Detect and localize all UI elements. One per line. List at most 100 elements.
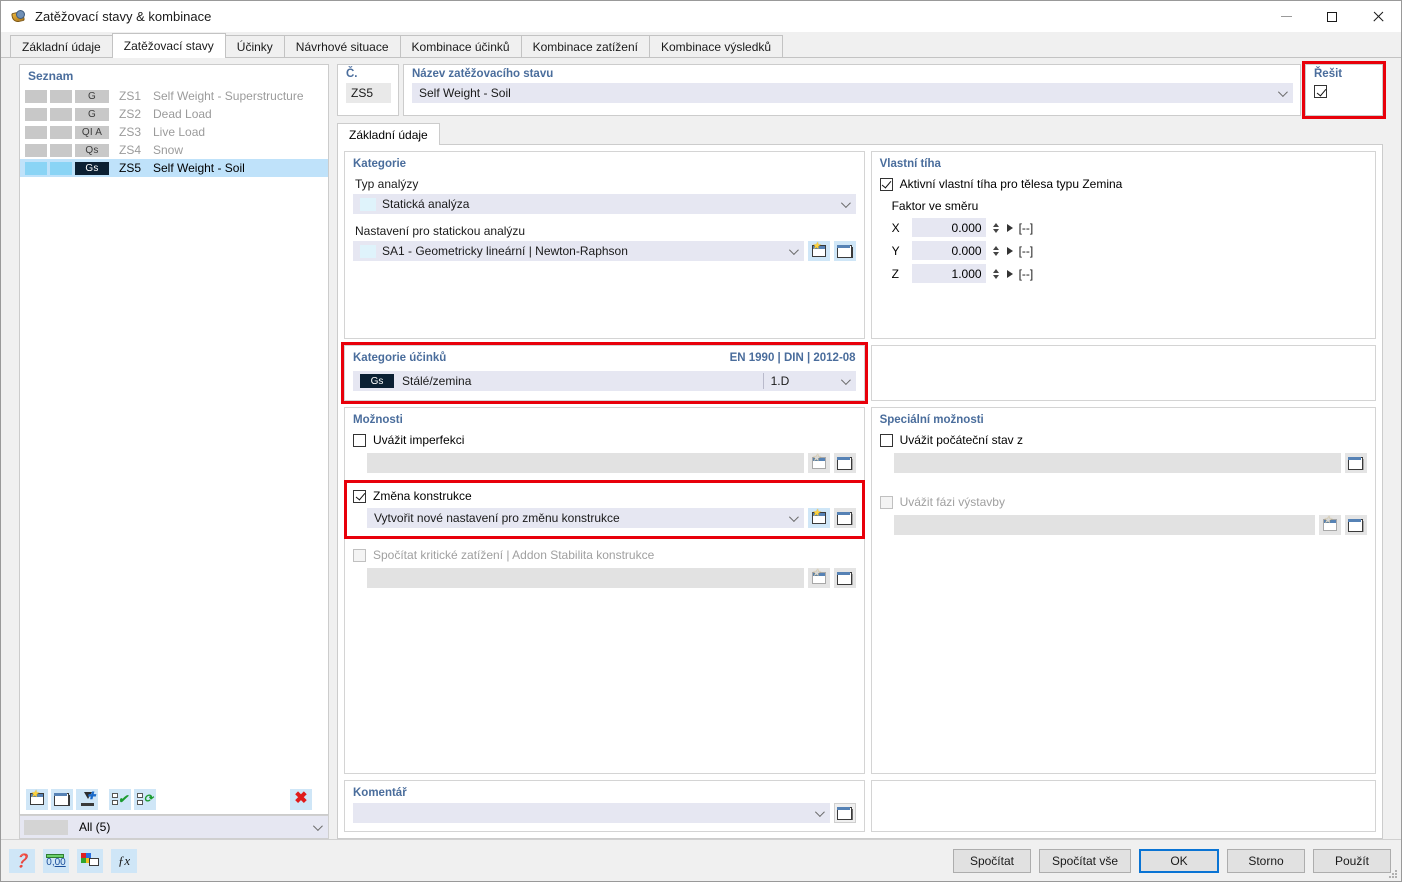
resize-grip[interactable] (1388, 869, 1398, 879)
self-weight-active-label: Aktivní vlastní tíha pro tělesa typu Zem… (899, 177, 1123, 191)
new-imperfection-button: ★ (807, 453, 830, 473)
tab-navrhove-situace[interactable]: Návrhové situace (283, 35, 401, 58)
new-construction-stage-button: ★ (1319, 515, 1341, 535)
tab-kombinace-ucinku[interactable]: Kombinace účinků (399, 35, 522, 58)
factor-x-expand-icon[interactable] (1006, 223, 1013, 232)
action-category-combobox[interactable]: Gs Stálé/zemina 1.D (353, 371, 856, 391)
calculate-all-button[interactable]: Spočítat vše (1038, 848, 1131, 873)
self-weight-active-checkbox[interactable] (879, 177, 893, 191)
action-category-badge: Gs (360, 374, 394, 388)
tab-ucinky[interactable]: Účinky (224, 35, 285, 58)
comment-combobox[interactable] (353, 803, 830, 823)
delete-load-case-button[interactable]: ✖ (290, 788, 312, 810)
tab-label: Návrhové situace (295, 40, 389, 54)
comment-library-button[interactable] (833, 803, 856, 823)
list-item[interactable]: G ZS2 Dead Load (20, 105, 328, 123)
construction-stage-checkbox (879, 495, 893, 509)
function-icon: ƒx (117, 852, 131, 868)
imperfection-row: Uvážit imperfekci (353, 433, 856, 447)
edit-imperfection-button (833, 453, 856, 473)
ok-button[interactable]: OK (1139, 848, 1219, 873)
footer-buttons: Spočítat Spočítat vše OK Storno Použít (952, 848, 1391, 873)
factor-z-expand-icon[interactable] (1006, 269, 1013, 278)
subtab-zakladni-udaje[interactable]: Základní údaje (337, 123, 440, 145)
minimize-button[interactable] (1263, 1, 1309, 32)
formula-button[interactable]: ƒx (111, 848, 137, 873)
chevron-down-icon (1277, 86, 1288, 97)
factor-y-expand-icon[interactable] (1006, 246, 1013, 255)
structure-mod-combobox[interactable]: Vytvořit nové nastavení pro změnu konstr… (367, 508, 804, 528)
list-item[interactable]: G ZS1 Self Weight - Superstructure (20, 87, 328, 105)
new-window-icon: ★ (30, 790, 44, 805)
new-critical-load-button: ★ (807, 568, 830, 588)
number-value: ZS5 (346, 83, 391, 103)
subtab-label: Základní údaje (349, 127, 428, 142)
name-value: Self Weight - Soil (419, 86, 511, 100)
imperfection-field (367, 453, 804, 473)
structure-mod-checkbox[interactable] (353, 489, 366, 503)
detail-content: Kategorie Typ analýzy Statická analýza N… (337, 145, 1383, 839)
factor-z-unit: [--] (1018, 266, 1034, 281)
colors-button[interactable] (77, 848, 103, 873)
copy-load-case-button[interactable] (51, 788, 73, 810)
action-category-title-text: Kategorie účinků (353, 352, 447, 364)
apply-button[interactable]: Použít (1313, 848, 1391, 873)
cancel-button[interactable]: Storno (1227, 848, 1305, 873)
chevron-down-icon (814, 806, 825, 817)
action-category-title: Kategorie účinků EN 1990 | DIN | 2012-08 (353, 352, 856, 364)
decimals-button[interactable]: 0,00 (43, 848, 69, 873)
factor-x-stepper[interactable] (992, 218, 1001, 237)
row-flag-box (50, 125, 72, 139)
tab-kombinace-vysledku[interactable]: Kombinace výsledků (648, 35, 784, 58)
row-number: ZS1 (119, 89, 142, 103)
invert-selection-button[interactable]: ⟳ (134, 788, 156, 810)
maximize-button[interactable] (1309, 1, 1355, 32)
factor-z-input[interactable]: 1.000 (911, 264, 986, 283)
row-flag-box (50, 107, 72, 121)
edit-static-settings-button[interactable] (833, 241, 856, 261)
static-settings-combobox[interactable]: SA1 - Geometricky lineární | Newton-Raph… (353, 241, 804, 261)
imperfection-checkbox[interactable] (353, 433, 366, 447)
critical-load-row: Spočítat kritické zatížení | Addon Stabi… (353, 548, 856, 562)
solve-checkbox[interactable] (1314, 85, 1327, 98)
new-load-case-button[interactable]: ★ (26, 788, 48, 810)
list-filter-dropdown[interactable]: All (5) (19, 815, 329, 839)
color-legend-icon (81, 853, 99, 868)
row-flag-box (25, 125, 47, 139)
new-settings-icon: ★ (811, 509, 826, 524)
factor-x-unit: [--] (1018, 220, 1034, 235)
factor-y-stepper[interactable] (992, 241, 1001, 260)
row-flag-box (25, 161, 47, 175)
category-title: Kategorie (353, 158, 407, 170)
tab-zatezovaci-stavy[interactable]: Zatěžovací stavy (111, 33, 226, 58)
select-all-button[interactable]: ✔ (109, 788, 131, 810)
tab-zakladni-udaje[interactable]: Základní údaje (10, 35, 113, 58)
number-box: Č. ZS5 (337, 64, 399, 116)
initial-state-checkbox[interactable] (879, 433, 893, 447)
solve-label: Řešit (1314, 68, 1343, 80)
import-load-case-button[interactable]: ✚ (76, 788, 98, 810)
action-category-group: Kategorie účinků EN 1990 | DIN | 2012-08… (341, 342, 868, 404)
list-item[interactable]: Qs ZS4 Snow (20, 141, 328, 159)
factor-z-stepper[interactable] (992, 264, 1001, 283)
list-item[interactable]: QI A ZS3 Live Load (20, 123, 328, 141)
new-static-settings-button[interactable]: ★ (807, 241, 830, 261)
factor-y-input[interactable]: 0.000 (911, 241, 986, 260)
close-icon (1372, 11, 1384, 23)
tab-kombinace-zatizeni[interactable]: Kombinace zatížení (520, 35, 650, 58)
list-item-selected[interactable]: Gs ZS5 Self Weight - Soil (20, 159, 328, 177)
title-bar: Zatěžovací stavy & kombinace (1, 1, 1401, 32)
name-combobox[interactable]: Self Weight - Soil (412, 83, 1293, 103)
factor-x-input[interactable]: 0.000 (911, 218, 986, 237)
analysis-type-combobox[interactable]: Statická analýza (353, 194, 856, 214)
edit-settings-icon (836, 571, 853, 585)
new-structure-mod-button[interactable]: ★ (807, 508, 830, 528)
load-case-list-panel: Seznam G ZS1 Self Weight - Superstructur… (19, 64, 329, 839)
factor-row-y: Y 0.000 [--] (892, 241, 1367, 260)
structure-mod-row: Změna konstrukce (353, 489, 856, 503)
action-category-value: Stálé/zemina (402, 374, 472, 388)
calculate-button[interactable]: Spočítat (952, 848, 1031, 873)
number-label: Č. (346, 68, 358, 80)
help-button[interactable]: ❓ (9, 848, 35, 873)
close-button[interactable] (1355, 1, 1401, 32)
